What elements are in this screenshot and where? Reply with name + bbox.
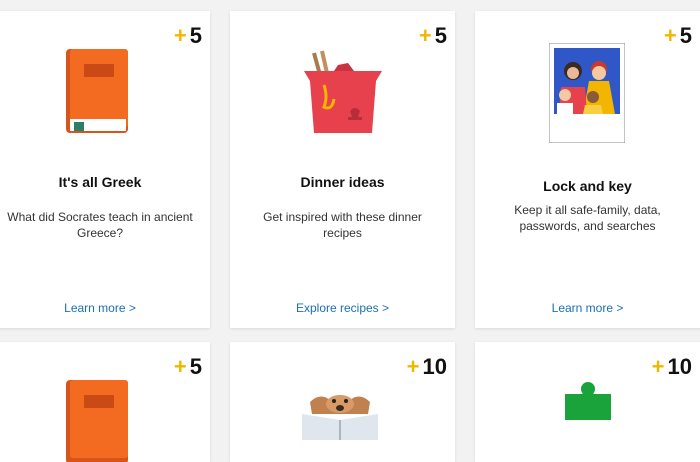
points-value: 5 (189, 23, 202, 48)
points-badge: + 5 (419, 25, 447, 47)
plus-icon: + (651, 354, 665, 379)
points-value: 10 (422, 354, 447, 379)
points-badge: + 5 (174, 25, 202, 47)
points-badge: + 5 (174, 356, 202, 378)
learn-more-link[interactable]: Learn more > (475, 301, 700, 315)
card-title: It's all Greek (58, 174, 142, 190)
plus-icon: + (663, 23, 677, 48)
card-row2-book[interactable]: + 5 (0, 342, 210, 462)
points-value: 5 (434, 23, 447, 48)
family-photo-icon (548, 42, 626, 148)
greek-book-icon (64, 49, 132, 140)
card-description: What did Socrates teach in ancient Greec… (7, 210, 193, 240)
card-lock-and-key[interactable]: + 5 Lock and key Keep it all safe-family… (475, 11, 700, 328)
points-badge: + 5 (664, 25, 692, 47)
points-badge: + 10 (652, 356, 692, 378)
puzzle-piece-icon (563, 380, 613, 425)
card-title: Lock and key (543, 178, 632, 194)
card-row2-puzzle[interactable]: + 10 (475, 342, 700, 462)
explore-recipes-link[interactable]: Explore recipes > (230, 301, 455, 315)
points-value: 10 (667, 354, 692, 379)
learn-more-link[interactable]: Learn more > (0, 301, 210, 315)
takeout-box-icon (298, 49, 388, 144)
points-value: 5 (189, 354, 202, 379)
card-row2-dog[interactable]: + 10 (230, 342, 455, 462)
plus-icon: + (406, 354, 420, 379)
points-value: 5 (679, 23, 692, 48)
card-its-all-greek[interactable]: + 5 It's all Greek What did Socrates tea… (0, 11, 210, 328)
card-description: Get inspired with these dinner recipes (263, 210, 422, 240)
plus-icon: + (173, 23, 187, 48)
card-title: Dinner ideas (300, 174, 385, 190)
points-badge: + 10 (407, 356, 447, 378)
card-description: Keep it all safe-family, data, passwords… (514, 203, 661, 233)
card-dinner-ideas[interactable]: + 5 Dinner ideas Get inspired with these… (230, 11, 455, 328)
plus-icon: + (173, 354, 187, 379)
plus-icon: + (418, 23, 432, 48)
greek-book-icon (64, 380, 132, 462)
